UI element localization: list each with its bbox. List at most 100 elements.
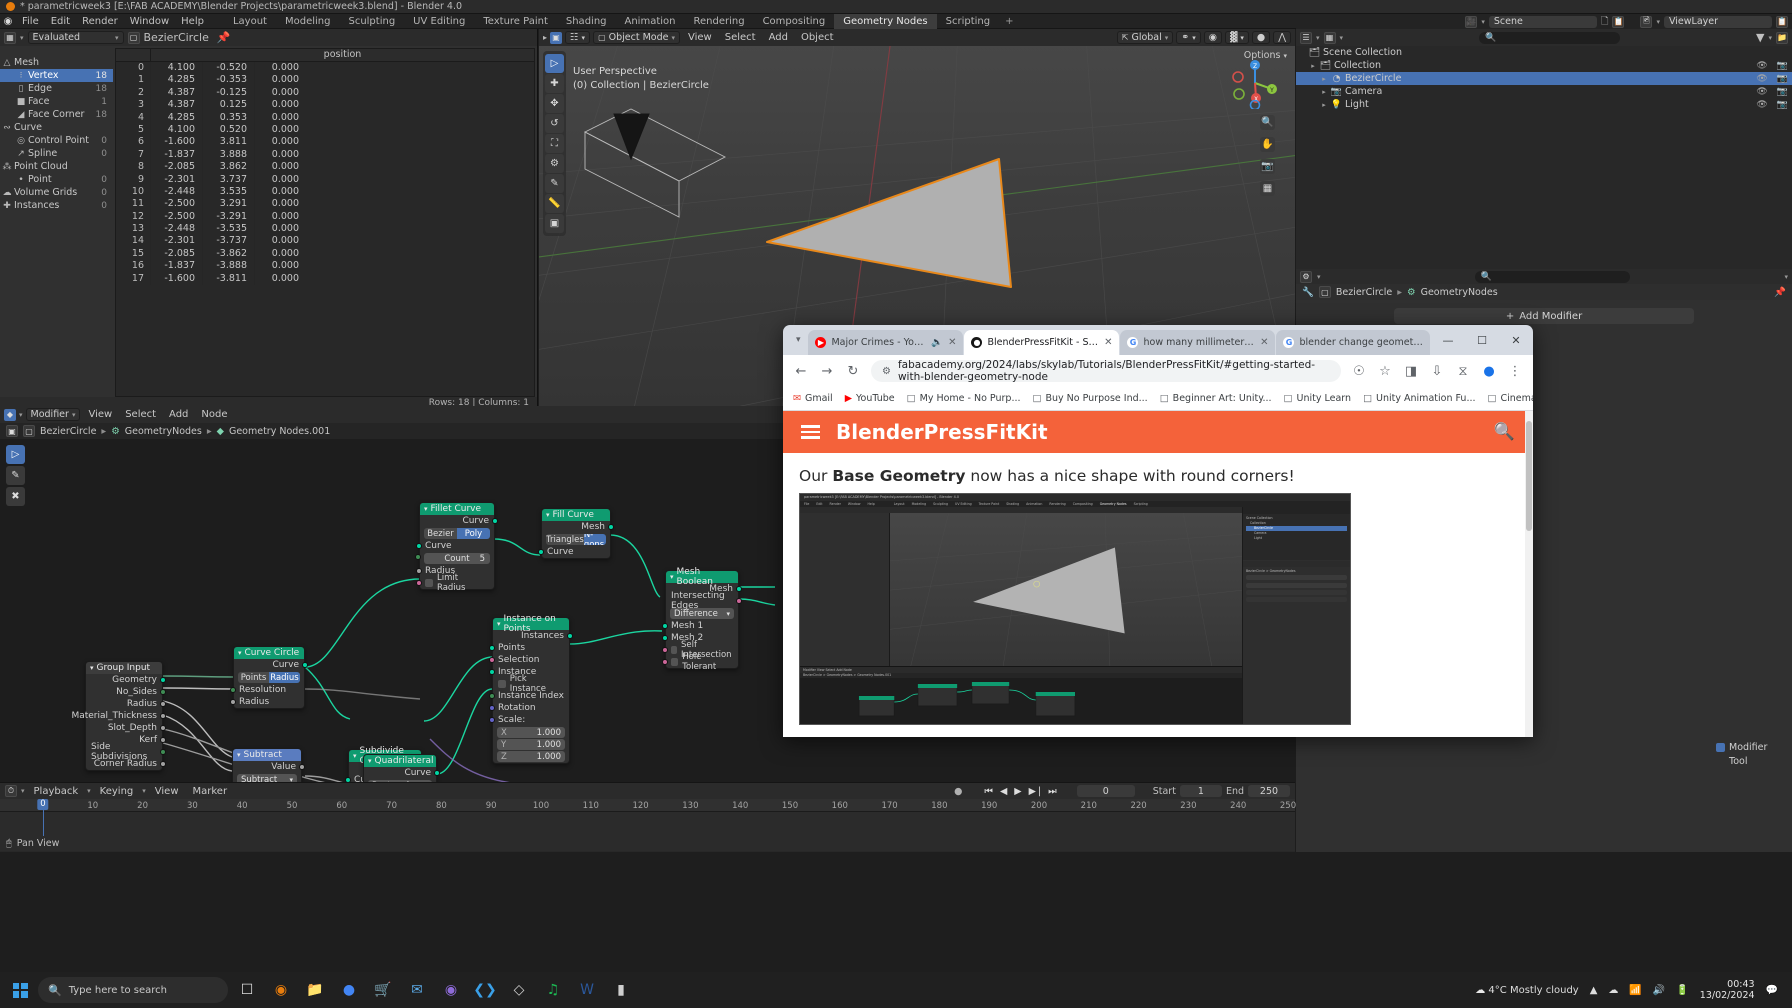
- breadcrumb-object[interactable]: BezierCircle: [1336, 287, 1392, 298]
- socket-dot[interactable]: [538, 549, 544, 555]
- workspace-animation[interactable]: Animation: [616, 14, 685, 29]
- domain-volume-grids[interactable]: ☁ Volume Grids 0: [0, 186, 113, 199]
- domain-spline[interactable]: ↗ Spline 0: [0, 147, 113, 160]
- viewlayer-icon[interactable]: 🖻: [1640, 15, 1653, 28]
- node-header[interactable]: ▾ Instance on Points: [493, 614, 569, 634]
- socket-dot[interactable]: [489, 645, 495, 651]
- socket-intersecting-edges[interactable]: Intersecting Edges: [666, 591, 742, 611]
- viewport-toolbar[interactable]: ▷ ✚ ✥ ↺ ⛶ ⚙ ✎ 📏 ▣: [543, 51, 566, 236]
- socket-dot[interactable]: [489, 693, 495, 699]
- interaction-mode-icon[interactable]: ☷ ▾: [565, 31, 591, 44]
- tool-scale-icon[interactable]: ⛶: [545, 134, 564, 153]
- socket-dot[interactable]: [299, 764, 305, 770]
- spreadsheet-row[interactable]: 10 -2.448 3.535 0.000: [116, 185, 534, 199]
- node-toolbar[interactable]: ▷ ✎ ✖: [6, 443, 28, 508]
- taskbar-search-input[interactable]: 🔍 Type here to search: [38, 977, 228, 1003]
- playback-controls[interactable]: ⏮ ◀ ▶ ▶| ⏭: [984, 786, 1058, 797]
- render-icon[interactable]: 📷: [1777, 74, 1788, 84]
- mute-icon[interactable]: 🔈: [931, 337, 943, 348]
- node-breadcrumb-tree[interactable]: Geometry Nodes.001: [229, 426, 330, 437]
- tab-search-chevron-icon[interactable]: ▾: [789, 325, 807, 355]
- domain-face[interactable]: ■ Face 1: [0, 95, 113, 108]
- outliner-item-camera[interactable]: ▸ 📷 Camera 👁 📷: [1296, 85, 1792, 98]
- workspace-sculpting[interactable]: Sculpting: [339, 14, 404, 29]
- render-icon[interactable]: 📷: [1777, 87, 1788, 97]
- network-icon[interactable]: 📶: [1629, 985, 1641, 996]
- fillet-mode-toggle[interactable]: Bezier Poly: [424, 528, 490, 539]
- terminal-icon[interactable]: ▮: [606, 976, 636, 1004]
- checkbox-box[interactable]: [671, 646, 677, 654]
- store-icon[interactable]: 🛒: [368, 976, 398, 1004]
- socket-dot[interactable]: [160, 737, 166, 743]
- timeline-menu-view[interactable]: View: [150, 786, 184, 797]
- outliner-filter-icon[interactable]: ▼: [1756, 31, 1764, 44]
- toggle-ortho-icon[interactable]: ▦: [1260, 181, 1275, 196]
- bookmark-gmail[interactable]: ✉ Gmail: [793, 393, 833, 404]
- outliner-search-input[interactable]: 🔍: [1479, 31, 1620, 44]
- spreadsheet-row[interactable]: 14 -2.301 -3.737 0.000: [116, 235, 534, 248]
- socket-resolution[interactable]: Resolution: [230, 684, 304, 696]
- chrome-browser-window[interactable]: ▾ ▶ Major Crimes - YouTube M 🔈 ✕ ● Blend…: [783, 325, 1533, 737]
- window-controls[interactable]: — ☐ ✕: [1431, 325, 1533, 355]
- outliner-item-beziercircle[interactable]: ▸ ◔ BezierCircle 👁 📷: [1296, 72, 1792, 85]
- pin-icon[interactable]: 📌: [217, 31, 231, 44]
- socket-dot[interactable]: [662, 659, 668, 665]
- socket-dot[interactable]: [492, 518, 498, 524]
- scale-x-field[interactable]: X 1.000: [497, 727, 565, 738]
- workspace-compositing[interactable]: Compositing: [754, 14, 835, 29]
- visibility-icon[interactable]: 👁: [1756, 87, 1767, 97]
- socket-radius-in[interactable]: Radius: [230, 696, 304, 708]
- new-scene-icon[interactable]: 🗋: [1601, 14, 1609, 30]
- proportional-edit-icon[interactable]: ◉: [1203, 31, 1223, 44]
- socket-dot[interactable]: [736, 598, 742, 604]
- browser-tab-3[interactable]: G blender change geometry node: [1276, 330, 1430, 355]
- socket-dot[interactable]: [160, 713, 166, 719]
- spreadsheet-row[interactable]: 5 4.100 0.520 0.000: [116, 123, 534, 137]
- start-button[interactable]: [6, 976, 34, 1004]
- close-window-button[interactable]: ✕: [1499, 325, 1533, 355]
- socket-dot[interactable]: [230, 699, 236, 705]
- socket-selection[interactable]: Selection: [489, 654, 569, 666]
- socket-radius[interactable]: Radius: [86, 698, 166, 710]
- socket-slot-depth[interactable]: Slot_Depth: [86, 722, 166, 734]
- vscode-icon[interactable]: ❮❯: [470, 976, 500, 1004]
- domain-edge[interactable]: ▯ Edge 18: [0, 82, 113, 95]
- spreadsheet-row[interactable]: 2 4.387 -0.125 0.000: [116, 86, 534, 100]
- socket-dot[interactable]: [160, 761, 166, 767]
- workspace-uv-editing[interactable]: UV Editing: [404, 14, 474, 29]
- extensions-icon[interactable]: ⧖: [1455, 364, 1471, 379]
- socket-dot[interactable]: [489, 657, 495, 663]
- hamburger-icon[interactable]: [801, 425, 820, 439]
- timeline-menu-playback[interactable]: Playback: [29, 786, 84, 797]
- spreadsheet-row[interactable]: 15 -2.085 -3.862 0.000: [116, 247, 534, 261]
- socket-curve-out[interactable]: Curve: [364, 767, 440, 779]
- footer-tab-tool[interactable]: Tool: [1716, 754, 1786, 768]
- domain-vertex[interactable]: ⁝ Vertex 18: [0, 69, 113, 82]
- footer-tab-modifier[interactable]: Modifier: [1716, 740, 1786, 754]
- word-icon[interactable]: W: [572, 976, 602, 1004]
- address-bar[interactable]: ⚙ fabacademy.org/2024/labs/skylab/Tutori…: [871, 359, 1341, 383]
- side-panel-icon[interactable]: ◨: [1403, 364, 1419, 379]
- checkbox-box[interactable]: [671, 658, 679, 666]
- add-workspace-button[interactable]: +: [999, 16, 1019, 27]
- outliner-item-collection[interactable]: ▸ 🗂 Collection 👁 📷: [1296, 59, 1792, 72]
- timeline-track-area[interactable]: 0: [0, 799, 1295, 836]
- socket-dot[interactable]: [415, 554, 421, 560]
- current-frame-field[interactable]: 0: [1076, 785, 1135, 797]
- node-header[interactable]: ▾ Mesh Boolean: [666, 567, 738, 587]
- subtract-operation-dropdown[interactable]: Subtract ▾: [237, 774, 297, 782]
- menu-file[interactable]: File: [16, 14, 45, 29]
- site-settings-icon[interactable]: ⚙: [882, 366, 891, 377]
- limit-radius-checkbox[interactable]: Limit Radius: [416, 573, 494, 593]
- socket-dot[interactable]: [416, 568, 422, 574]
- tool-transform-icon[interactable]: ⚙: [545, 154, 564, 173]
- outliner-item-light[interactable]: ▸ 💡 Light 👁 📷: [1296, 98, 1792, 111]
- socket-dot[interactable]: [416, 543, 422, 549]
- copy-scene-icon[interactable]: 📋: [1612, 15, 1625, 28]
- node-group-input[interactable]: ▾ Group Input Geometry No_Sides Radius M…: [71, 661, 166, 771]
- task-view-icon[interactable]: ☐: [232, 976, 262, 1004]
- socket-dot[interactable]: [489, 717, 495, 723]
- socket-dot[interactable]: [489, 669, 495, 675]
- tray-overflow-icon[interactable]: ▲: [1590, 985, 1598, 996]
- socket-curve-in[interactable]: Curve: [538, 546, 610, 558]
